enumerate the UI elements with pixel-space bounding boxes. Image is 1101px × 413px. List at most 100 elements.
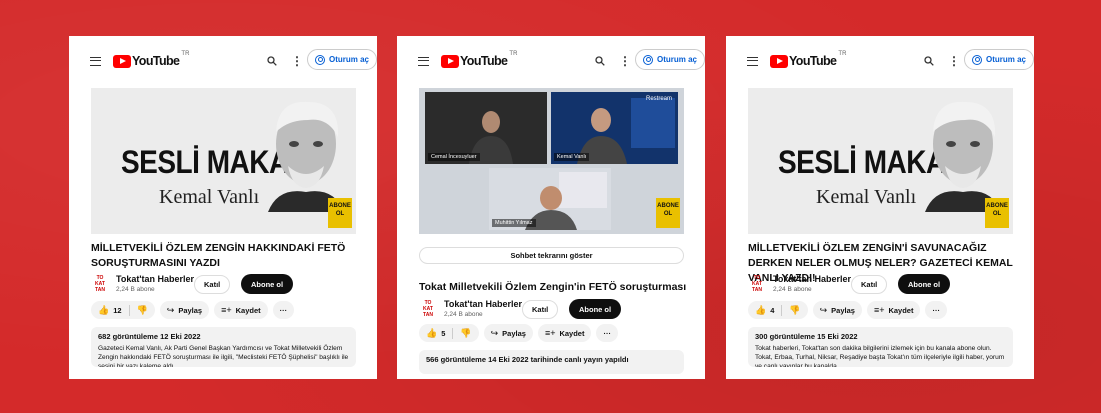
logo-text: YouTube bbox=[132, 54, 180, 68]
signin-label: Oturum aç bbox=[986, 55, 1027, 64]
dislike-icon[interactable]: 👎 bbox=[137, 305, 148, 316]
author-portrait bbox=[925, 101, 1001, 212]
share-icon: ↪ bbox=[166, 304, 175, 315]
channel-name[interactable]: Tokat'tan Haberler bbox=[444, 299, 522, 309]
like-dislike-pill[interactable]: 👍 12 👎 bbox=[91, 301, 155, 319]
subscribe-button[interactable]: Abone ol bbox=[898, 274, 951, 294]
participant-name: Muhittin Yılmaz bbox=[492, 219, 536, 227]
action-bar: 👍 5 👎 ↪ Paylaş ≡+ Kaydet ··· bbox=[419, 324, 618, 344]
join-button[interactable]: Katıl bbox=[522, 300, 559, 319]
youtube-play-icon bbox=[113, 54, 131, 68]
signin-button[interactable]: Oturum aç bbox=[964, 49, 1034, 70]
search-icon[interactable] bbox=[267, 56, 277, 66]
search-icon[interactable] bbox=[924, 56, 934, 66]
channel-row: TO KAT TAN Tokat'tan Haberler 2,24 B abo… bbox=[91, 273, 361, 297]
share-label: Paylaş bbox=[831, 305, 855, 315]
youtube-logo[interactable]: YouTube TR bbox=[770, 51, 846, 68]
channel-row: TO KAT TAN Tokat'tan Haberler 2,24 B abo… bbox=[748, 273, 1018, 297]
thumbnail-author: Kemal Vanlı bbox=[816, 186, 917, 208]
like-icon[interactable]: 👍 bbox=[98, 305, 109, 316]
menu-icon[interactable] bbox=[418, 57, 429, 66]
divider bbox=[781, 304, 783, 316]
youtube-play-icon bbox=[441, 54, 459, 68]
call-tile-2: Restream Kemal Vanlı bbox=[551, 92, 678, 164]
share-button[interactable]: ↪ Paylaş bbox=[159, 301, 210, 319]
video-thumbnail[interactable]: SESLİ MAKALE Kemal Vanlı ABONE OL bbox=[748, 88, 1013, 234]
share-button[interactable]: ↪ Paylaş bbox=[483, 324, 533, 342]
more-vert-icon[interactable]: ⋮ bbox=[291, 54, 303, 68]
region-label: TR bbox=[509, 51, 518, 57]
call-tile-1: Cemal İncesuyluer bbox=[425, 92, 547, 164]
subscribe-button[interactable]: Abone ol bbox=[241, 274, 294, 294]
region-label: TR bbox=[181, 51, 190, 57]
view-meta: 566 görüntüleme 14 Eki 2022 tarihinde ca… bbox=[426, 355, 629, 364]
like-dislike-pill[interactable]: 👍 5 👎 bbox=[419, 324, 479, 342]
save-label: Kaydet bbox=[888, 305, 914, 315]
channel-row: TO KAT TAN Tokat'tan Haberler 2,24 B abo… bbox=[419, 298, 689, 322]
description-box[interactable]: 682 görüntüleme 12 Eki 2022 Gazeteci Kem… bbox=[91, 327, 356, 367]
subscribe-button[interactable]: Abone ol bbox=[569, 299, 622, 319]
description-box[interactable]: 300 görüntüleme 15 Eki 2022 Tokat haberl… bbox=[748, 327, 1013, 367]
share-button[interactable]: ↪ Paylaş bbox=[812, 301, 862, 319]
subscriber-count: 2,24 B abone bbox=[773, 286, 812, 293]
signin-label: Oturum aç bbox=[329, 55, 370, 64]
channel-avatar[interactable]: TO KAT TAN bbox=[91, 275, 109, 295]
menu-icon[interactable] bbox=[90, 57, 101, 66]
account-icon bbox=[972, 54, 982, 65]
youtube-header: YouTube TR ⋮ Oturum aç bbox=[69, 48, 377, 74]
logo-text: YouTube bbox=[789, 54, 837, 68]
action-bar: 👍 12 👎 ↪ Paylaş ≡+ Kaydet ··· bbox=[91, 301, 295, 321]
playlist-add-icon: ≡+ bbox=[221, 305, 232, 315]
more-vert-icon[interactable]: ⋮ bbox=[619, 54, 631, 68]
more-vert-icon[interactable]: ⋮ bbox=[948, 54, 960, 68]
search-icon[interactable] bbox=[595, 56, 605, 66]
call-tile-3: Muhittin Yılmaz bbox=[489, 168, 611, 230]
account-icon bbox=[643, 54, 653, 65]
menu-icon[interactable] bbox=[747, 57, 758, 66]
description-text: Gazeteci Kemal Vanlı, Ak Parti Genel Baş… bbox=[98, 345, 349, 367]
youtube-logo[interactable]: YouTube TR bbox=[441, 51, 518, 68]
join-button[interactable]: Katıl bbox=[851, 275, 888, 294]
subscribe-badge: ABONE OL bbox=[656, 198, 680, 228]
author-portrait bbox=[268, 101, 344, 212]
participant-name: Cemal İncesuyluer bbox=[428, 153, 480, 161]
like-icon[interactable]: 👍 bbox=[755, 305, 766, 316]
more-actions-button[interactable]: ··· bbox=[272, 301, 295, 319]
like-icon[interactable]: 👍 bbox=[426, 328, 437, 339]
signin-button[interactable]: Oturum aç bbox=[635, 49, 705, 70]
youtube-header: YouTube TR ⋮ Oturum aç bbox=[726, 48, 1034, 74]
more-actions-button[interactable]: ··· bbox=[925, 301, 947, 319]
dislike-icon[interactable]: 👎 bbox=[789, 305, 800, 316]
save-button[interactable]: ≡+ Kaydet bbox=[866, 301, 921, 319]
divider bbox=[452, 327, 454, 339]
playlist-add-icon: ≡+ bbox=[873, 305, 885, 315]
video-thumbnail[interactable]: SESLİ MAKALE Kemal Vanlı ABONE OL bbox=[91, 88, 356, 234]
save-button[interactable]: ≡+ Kaydet bbox=[214, 301, 268, 319]
save-button[interactable]: ≡+ Kaydet bbox=[537, 324, 592, 342]
share-label: Paylaş bbox=[502, 328, 526, 338]
channel-avatar[interactable]: TO KAT TAN bbox=[748, 275, 766, 295]
dislike-icon[interactable]: 👎 bbox=[460, 328, 471, 339]
action-bar: 👍 4 👎 ↪ Paylaş ≡+ Kaydet ··· bbox=[748, 301, 947, 321]
subscriber-count: 2,24 B abone bbox=[444, 311, 483, 318]
description-box[interactable]: 566 görüntüleme 14 Eki 2022 tarihinde ca… bbox=[419, 350, 684, 374]
account-icon bbox=[315, 54, 325, 65]
join-button[interactable]: Katıl bbox=[194, 275, 231, 294]
like-count: 4 bbox=[770, 305, 775, 315]
stream-overlay: Restream bbox=[645, 96, 672, 102]
channel-name[interactable]: Tokat'tan Haberler bbox=[116, 274, 194, 284]
thumbnail-author: Kemal Vanlı bbox=[159, 186, 260, 208]
phone-screenshot-3: YouTube TR ⋮ Oturum aç SESLİ MAKALE Kema… bbox=[726, 36, 1034, 379]
youtube-logo[interactable]: YouTube TR bbox=[113, 51, 190, 68]
show-chat-replay-button[interactable]: Sohbet tekrarını göster bbox=[419, 247, 684, 264]
more-actions-button[interactable]: ··· bbox=[596, 324, 618, 342]
youtube-play-icon bbox=[770, 54, 788, 68]
like-dislike-pill[interactable]: 👍 4 👎 bbox=[748, 301, 808, 319]
share-icon: ↪ bbox=[819, 304, 828, 315]
signin-button[interactable]: Oturum aç bbox=[307, 49, 377, 70]
video-thumbnail[interactable]: Cemal İncesuyluer Restream Kemal Vanlı M… bbox=[419, 88, 684, 234]
channel-name[interactable]: Tokat'tan Haberler bbox=[773, 274, 851, 284]
description-text: Tokat haberleri, Tokat'tan son dakika bi… bbox=[755, 345, 1005, 367]
share-icon: ↪ bbox=[490, 327, 499, 338]
channel-avatar[interactable]: TO KAT TAN bbox=[419, 300, 437, 320]
